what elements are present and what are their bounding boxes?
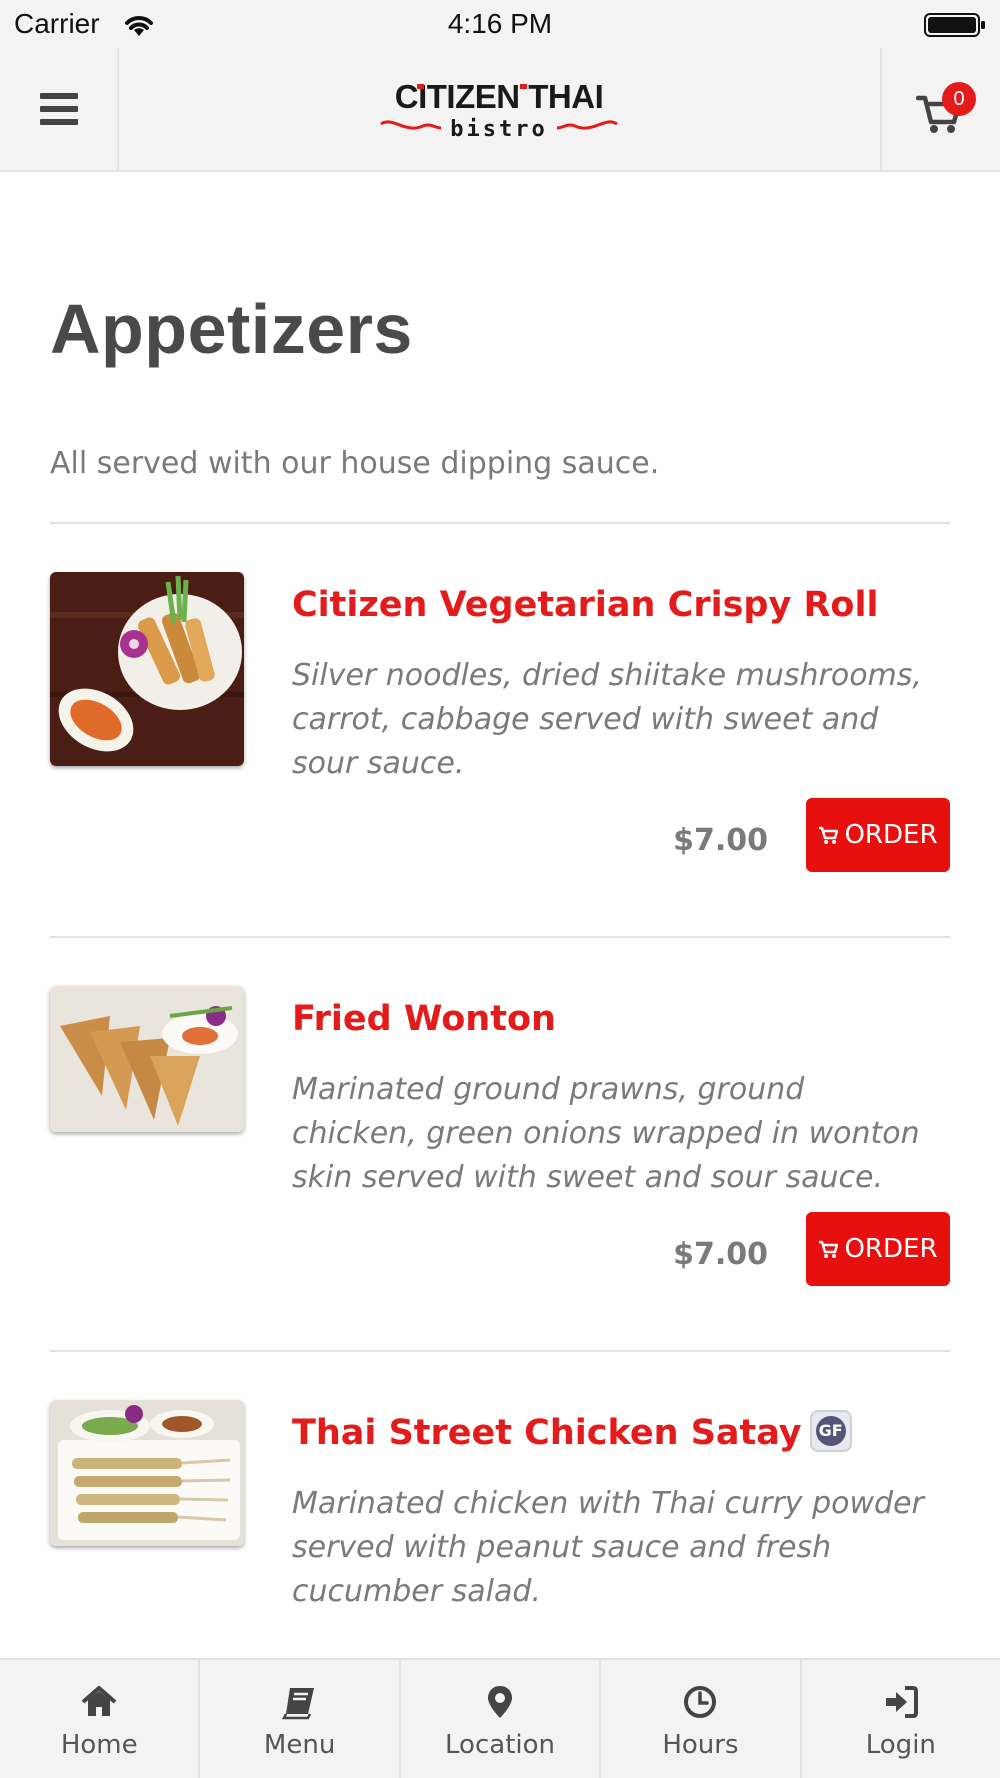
menu-item: Fried Wonton Marinated ground prawns, gr… xyxy=(50,938,950,1352)
section-description: All served with our house dipping sauce. xyxy=(50,446,660,481)
cart-count-badge: 0 xyxy=(942,82,976,116)
home-icon xyxy=(81,1686,117,1716)
tab-label: Hours xyxy=(662,1730,739,1760)
book-icon xyxy=(281,1688,314,1720)
hamburger-icon xyxy=(39,93,78,125)
item-name[interactable]: Thai Street Chicken Satay GF xyxy=(292,1410,852,1454)
item-description: Marinated ground prawns, ground chicken,… xyxy=(292,1072,920,1195)
map-pin-icon xyxy=(488,1686,513,1718)
item-name[interactable]: Citizen Vegetarian Crispy Roll xyxy=(292,584,878,626)
clock-time: 4:16 PM xyxy=(447,8,553,39)
tab-login[interactable]: Login xyxy=(802,1660,1000,1778)
battery-icon xyxy=(924,13,985,37)
tab-label: Login xyxy=(865,1730,936,1760)
order-button-label: ORDER xyxy=(844,1234,938,1264)
tab-label: Menu xyxy=(263,1730,336,1760)
svg-text:CITIZEN THAI: CITIZEN THAI xyxy=(395,78,603,115)
cart-button[interactable]: 0 xyxy=(880,48,1000,170)
bottom-tab-bar: Home Menu Location Hours Login xyxy=(0,1658,1000,1778)
page-title: Appetizers xyxy=(50,290,413,368)
svg-text:bistro: bistro xyxy=(450,117,547,142)
item-description: Silver noodles, dried shiitake mushrooms… xyxy=(292,658,922,781)
tab-menu[interactable]: Menu xyxy=(200,1660,401,1778)
order-button[interactable]: ORDER xyxy=(806,1212,950,1286)
chicken-satay-photo[interactable] xyxy=(50,1400,244,1546)
order-button[interactable]: ORDER xyxy=(806,798,950,872)
tab-home[interactable]: Home xyxy=(0,1660,201,1778)
crispy-roll-photo[interactable] xyxy=(50,572,244,766)
menu-item: Citizen Vegetarian Crispy Roll Silver no… xyxy=(50,524,950,938)
item-description: Marinated chicken with Thai curry powder… xyxy=(292,1486,924,1609)
tab-location[interactable]: Location xyxy=(401,1660,602,1778)
tab-hours[interactable]: Hours xyxy=(601,1660,802,1778)
citizen-thai-logo[interactable]: CITIZEN THAI bistro xyxy=(379,78,619,144)
item-name-text: Thai Street Chicken Satay xyxy=(292,1413,802,1453)
fried-wonton-photo[interactable] xyxy=(50,986,244,1132)
tab-label: Location xyxy=(445,1730,555,1760)
order-button-label: ORDER xyxy=(844,820,938,850)
item-price: $7.00 xyxy=(673,1237,768,1272)
item-name[interactable]: Fried Wonton xyxy=(292,998,556,1040)
status-bar: Carrier 4:16 PM xyxy=(0,0,1000,48)
cart-icon xyxy=(819,1240,839,1258)
gluten-free-badge: GF xyxy=(809,1410,852,1452)
sign-in-icon xyxy=(885,1686,918,1718)
tab-label: Home xyxy=(60,1730,138,1760)
menu-button[interactable] xyxy=(0,48,119,170)
app-header: CITIZEN THAI bistro 0 xyxy=(0,48,1000,172)
menu-section: Appetizers All served with our house dip… xyxy=(50,172,950,1766)
cart-icon xyxy=(819,826,839,844)
item-price: $7.00 xyxy=(673,823,768,858)
clock-icon xyxy=(684,1686,717,1718)
